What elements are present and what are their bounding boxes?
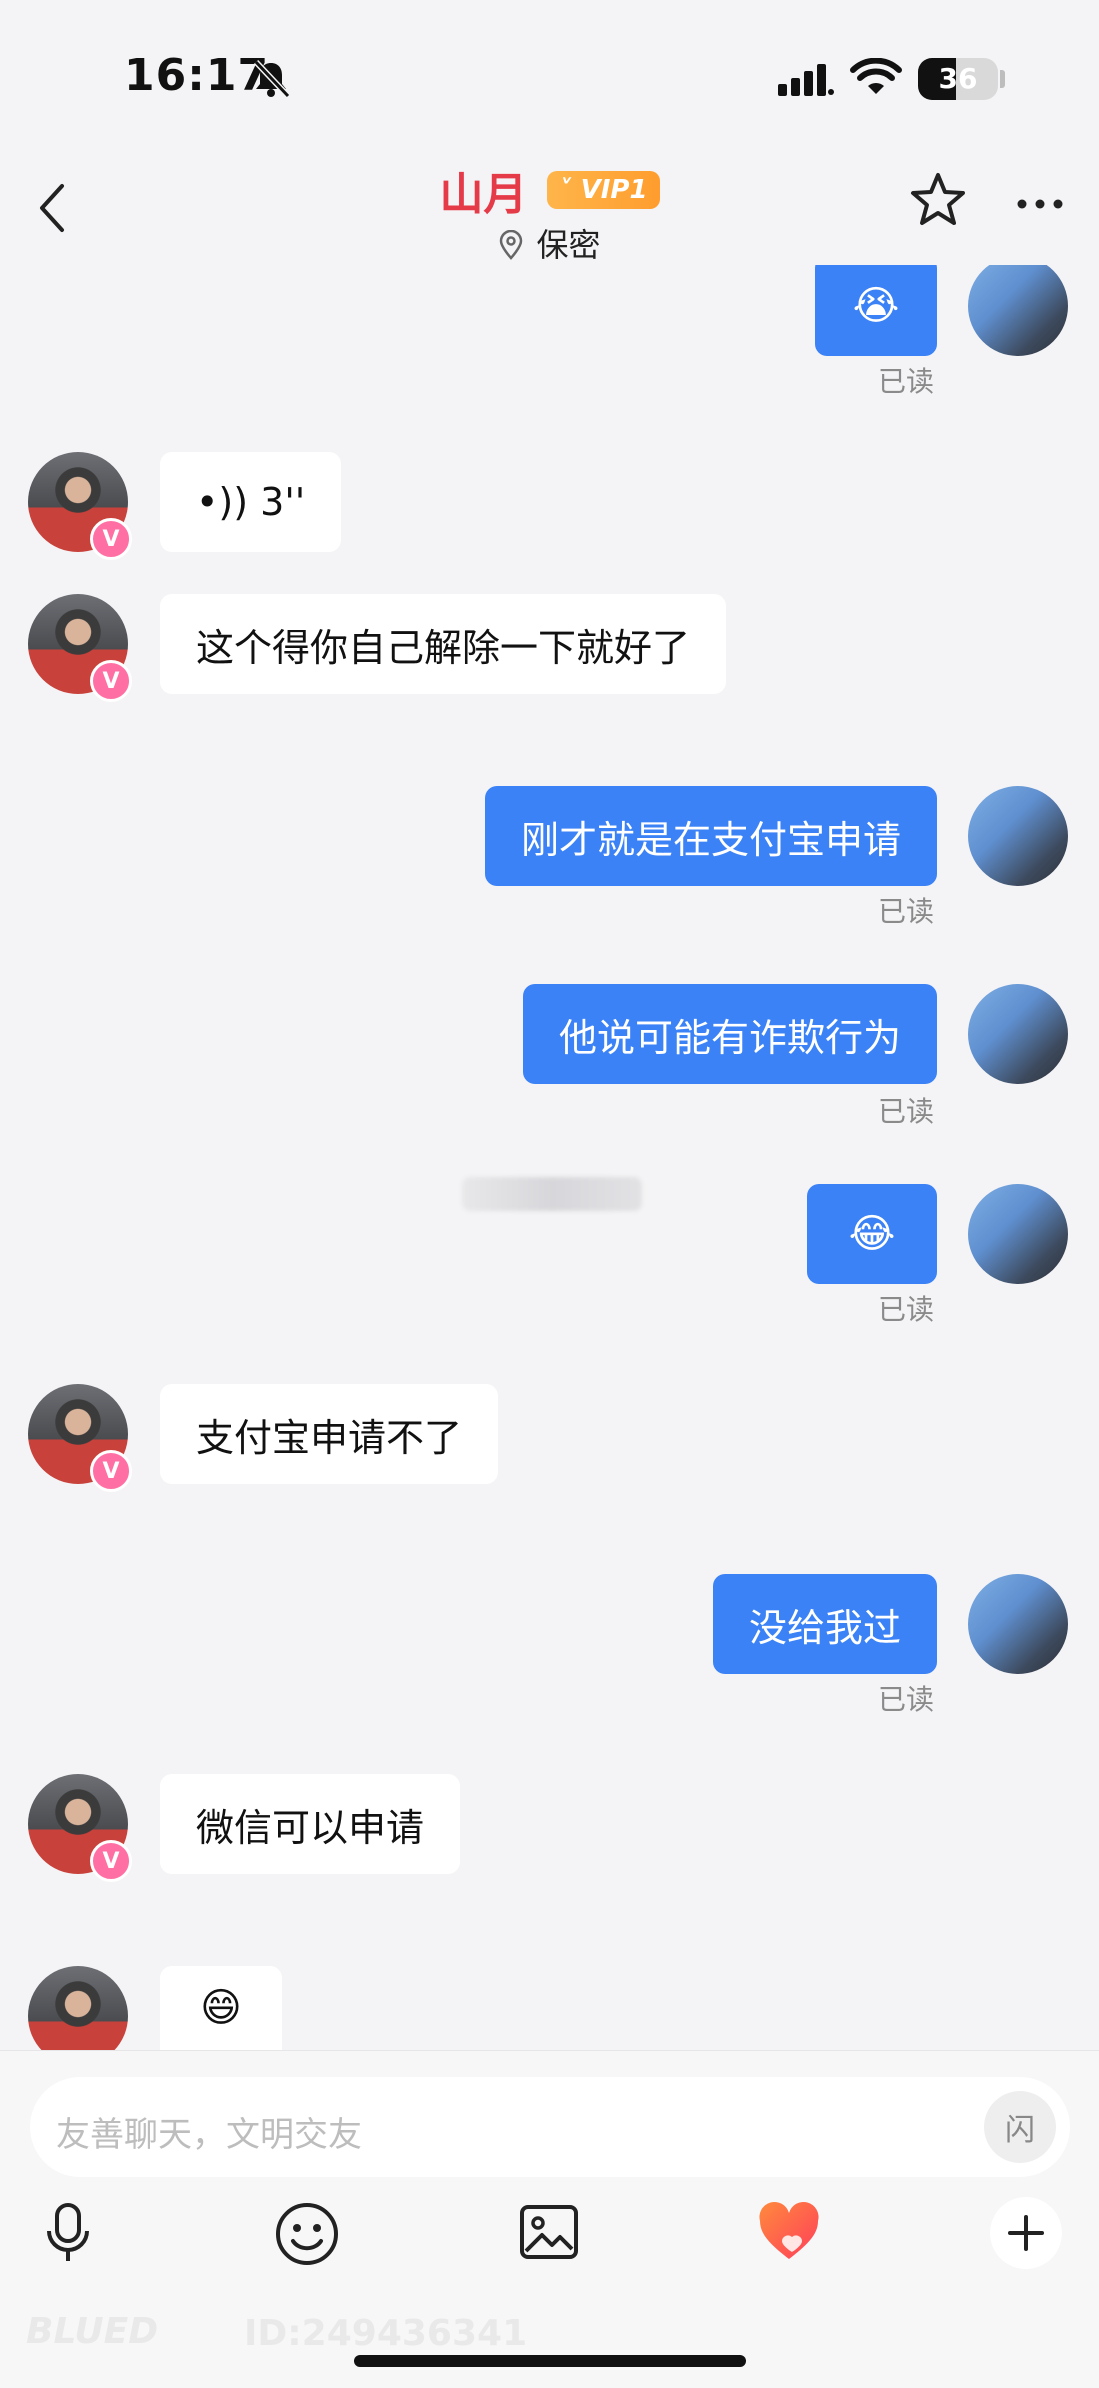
wifi-icon [850, 58, 902, 94]
read-receipt: 已读 [877, 1095, 934, 1128]
message-text: 😂 [848, 1211, 896, 1257]
message-list[interactable]: 😭 已读 V •)) 3'' V 这个得你自己解除一下就好了 刚才就是在支付宝申… [0, 250, 1099, 2066]
message-bubble[interactable]: 刚才就是在支付宝申请 [484, 786, 937, 886]
avatar[interactable] [968, 1184, 1068, 1284]
message-bubble[interactable]: 😭 [815, 256, 937, 356]
message-bubble[interactable]: 😂 [807, 1184, 937, 1284]
status-time: 16:17 [124, 50, 270, 101]
battery-level: 36 [938, 62, 978, 95]
vip-level: VIP1 [580, 175, 648, 205]
avatar[interactable] [968, 786, 1068, 886]
message-bubble[interactable]: 😄 [160, 1966, 282, 2050]
vip-badge: ˅ VIP1 [546, 171, 660, 209]
verified-badge-icon: V [90, 660, 132, 702]
voice-duration: •)) 3'' [196, 480, 306, 524]
watermark-id: ID:249436341 [244, 2313, 528, 2354]
verified-badge-icon: V [90, 1840, 132, 1882]
message-bubble[interactable]: 没给我过 [712, 1574, 937, 1674]
mic-icon[interactable] [44, 2201, 92, 2265]
message-text: 这个得你自己解除一下就好了 [196, 625, 691, 670]
message-bubble[interactable]: 支付宝申请不了 [160, 1384, 499, 1484]
message-text: 支付宝申请不了 [196, 1415, 463, 1460]
message-text: 😄 [200, 1985, 242, 2031]
blurred-timestamp [462, 1177, 642, 1211]
verified-badge-icon: V [90, 1450, 132, 1492]
heart-icon[interactable] [756, 2201, 822, 2263]
message-text: 微信可以申请 [196, 1805, 425, 1850]
read-receipt: 已读 [877, 895, 934, 928]
star-icon[interactable] [908, 170, 968, 230]
avatar[interactable] [968, 256, 1068, 356]
watermark-brand: BLUED [26, 2311, 159, 2352]
message-text: 没给我过 [748, 1605, 901, 1650]
input-placeholder: 友善聊天，文明交友 [56, 2115, 362, 2155]
cellular-signal-icon [778, 64, 834, 96]
avatar[interactable] [968, 984, 1068, 1084]
battery-icon: 36 [918, 58, 998, 100]
message-bubble[interactable]: 他说可能有诈欺行为 [522, 984, 937, 1084]
message-bubble[interactable]: 这个得你自己解除一下就好了 [160, 594, 727, 694]
home-indicator [354, 2355, 746, 2367]
avatar[interactable] [968, 1574, 1068, 1674]
plus-button[interactable] [990, 2197, 1062, 2269]
verified-badge-icon: V [90, 518, 132, 560]
image-icon[interactable] [518, 2201, 580, 2263]
read-receipt: 已读 [877, 1683, 934, 1716]
composer-bar: 友善聊天，文明交友 闪 BLUED ID:249436341 [0, 2050, 1099, 2388]
voice-message-bubble[interactable]: •)) 3'' [160, 452, 342, 552]
location-label: 保密 [536, 226, 601, 264]
message-input[interactable]: 友善聊天，文明交友 闪 [30, 2077, 1070, 2177]
flash-photo-button[interactable]: 闪 [984, 2091, 1056, 2163]
flash-label: 闪 [1005, 2113, 1035, 2148]
vip-chevron-icon: ˅ [558, 175, 572, 205]
plus-icon [1008, 2215, 1044, 2251]
status-bar: 16:17 36 [0, 0, 1099, 140]
read-receipt: 已读 [877, 1293, 934, 1326]
chat-header: 山月 ˅ VIP1 保密 [0, 140, 1099, 265]
message-text: 😭 [852, 283, 900, 329]
message-text: 他说可能有诈欺行为 [558, 1015, 901, 1060]
bell-muted-icon [253, 59, 291, 99]
location-pin-icon [500, 229, 523, 260]
contact-name[interactable]: 山月 [439, 158, 527, 222]
message-text: 刚才就是在支付宝申请 [520, 817, 901, 862]
read-receipt: 已读 [877, 365, 934, 398]
more-icon[interactable] [1016, 198, 1064, 210]
emoji-icon[interactable] [274, 2201, 340, 2267]
message-bubble[interactable]: 微信可以申请 [160, 1774, 461, 1874]
